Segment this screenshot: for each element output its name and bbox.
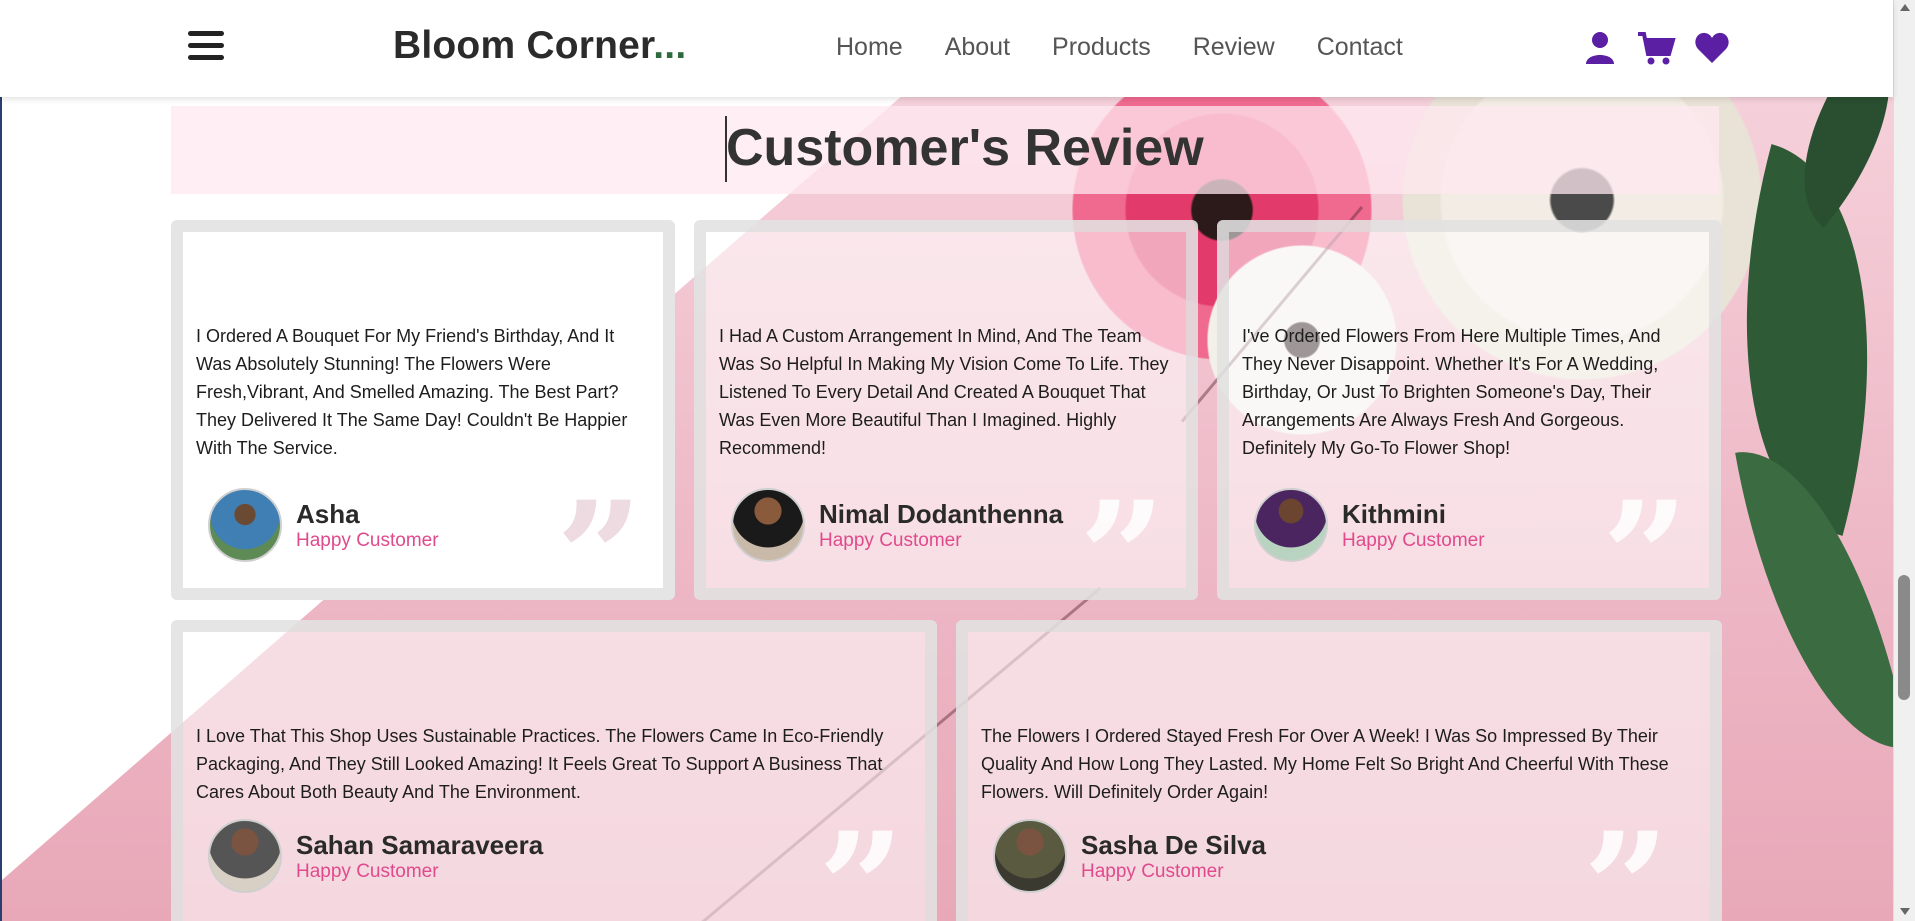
avatar (993, 819, 1067, 893)
quote-icon: ” (1602, 469, 1689, 645)
heart-icon[interactable] (1694, 30, 1730, 66)
quote-icon: ” (1079, 469, 1166, 645)
avatar (208, 488, 282, 562)
review-text: I've Ordered Flowers From Here Multiple … (1242, 326, 1661, 458)
section-title: Customer's Review (726, 119, 1204, 177)
quote-icon: ” (556, 469, 643, 645)
quote-icon: ” (818, 800, 905, 921)
avatar (208, 819, 282, 893)
review-text: I Ordered A Bouquet For My Friend's Birt… (196, 326, 628, 458)
reviewer-role: Happy Customer (819, 530, 962, 551)
reviewer-role: Happy Customer (1081, 861, 1224, 882)
nav-products[interactable]: Products (1052, 33, 1151, 62)
review-card: I've Ordered Flowers From Here Multiple … (1217, 220, 1721, 632)
nav-contact[interactable]: Contact (1317, 33, 1403, 62)
scrollbar-thumb[interactable] (1898, 575, 1910, 700)
reviewer-name: Asha (296, 499, 360, 529)
review-text: I Had A Custom Arrangement In Mind, And … (719, 326, 1169, 458)
review-card: I Ordered A Bouquet For My Friend's Birt… (171, 220, 675, 632)
review-card: I Love That This Shop Uses Sustainable P… (171, 620, 937, 921)
review-text: The Flowers I Ordered Stayed Fresh For O… (981, 726, 1669, 802)
review-card: The Flowers I Ordered Stayed Fresh For O… (956, 620, 1722, 921)
quote-icon: ” (1583, 800, 1670, 921)
user-icon[interactable] (1582, 30, 1618, 66)
avatar (1254, 488, 1328, 562)
site-header: Bloom Corner... Home About Products Revi… (0, 0, 1893, 97)
hamburger-menu-icon[interactable] (188, 31, 224, 63)
review-text: I Love That This Shop Uses Sustainable P… (196, 726, 884, 802)
brand-name: Bloom Corner (393, 24, 654, 67)
text-caret (725, 116, 727, 182)
main-nav: Home About Products Review Contact (836, 33, 1445, 62)
reviewer-role: Happy Customer (1342, 530, 1485, 551)
scroll-up-arrow-icon[interactable] (1900, 4, 1910, 11)
reviewer-name: Kithmini (1342, 499, 1446, 529)
avatar (731, 488, 805, 562)
scroll-down-arrow-icon[interactable] (1900, 908, 1910, 915)
reviewer-name: Sasha De Silva (1081, 830, 1266, 860)
nav-about[interactable]: About (945, 33, 1010, 62)
brand-logo[interactable]: Bloom Corner... (393, 24, 686, 68)
nav-home[interactable]: Home (836, 33, 903, 62)
header-icons (1582, 30, 1730, 66)
reviewer-name: Nimal Dodanthenna (819, 499, 1064, 529)
nav-review[interactable]: Review (1193, 33, 1275, 62)
vertical-scrollbar[interactable] (1893, 0, 1915, 921)
reviewer-role: Happy Customer (296, 530, 439, 551)
brand-dots: ... (653, 24, 687, 67)
review-card: I Had A Custom Arrangement In Mind, And … (694, 220, 1198, 632)
cart-icon[interactable] (1636, 30, 1676, 66)
reviewer-name: Sahan Samaraveera (296, 830, 544, 860)
reviewer-role: Happy Customer (296, 861, 439, 882)
